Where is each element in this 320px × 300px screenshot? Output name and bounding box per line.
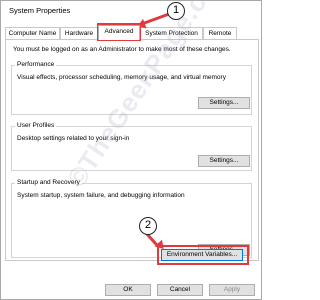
user-profiles-label: User Profiles xyxy=(15,122,57,129)
window-title: System Properties xyxy=(9,6,71,15)
user-profiles-group: User Profiles Desktop settings related t… xyxy=(11,122,252,171)
admin-notice: You must be logged on as an Administrato… xyxy=(13,46,231,53)
tab-remote[interactable]: Remote xyxy=(203,27,237,39)
performance-label: Performance xyxy=(15,61,57,68)
system-properties-window: System Properties Computer Name Hardware… xyxy=(0,0,262,300)
env-button-highlight xyxy=(157,245,249,265)
step-2-marker: 2 xyxy=(139,217,157,235)
user-profiles-settings-button[interactable]: Settings... xyxy=(198,155,250,167)
cancel-button[interactable]: Cancel xyxy=(157,284,203,296)
startup-recovery-label: Startup and Recovery xyxy=(15,179,82,186)
step-1-marker: 1 xyxy=(167,2,185,20)
tab-hardware[interactable]: Hardware xyxy=(60,27,98,39)
tab-computer-name[interactable]: Computer Name xyxy=(5,27,60,39)
tab-system-protection[interactable]: System Protection xyxy=(140,27,203,39)
performance-group: Performance Visual effects, processor sc… xyxy=(11,61,252,115)
ok-button[interactable]: OK xyxy=(105,284,151,296)
apply-button[interactable]: Apply xyxy=(209,284,255,296)
performance-description: Visual effects, processor scheduling, me… xyxy=(17,74,226,81)
performance-settings-button[interactable]: Settings... xyxy=(198,97,250,109)
startup-recovery-description: System startup, system failure, and debu… xyxy=(17,192,185,199)
tab-advanced[interactable]: Advanced xyxy=(98,25,140,40)
user-profiles-description: Desktop settings related to your sign-in xyxy=(17,135,130,142)
